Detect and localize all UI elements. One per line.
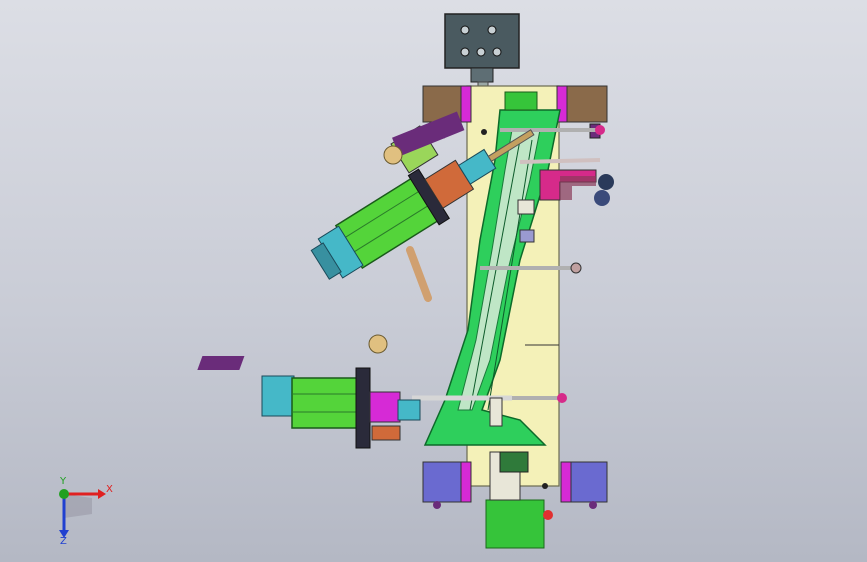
z-axis-label: Z (60, 536, 67, 547)
cad-graphics-viewport[interactable]: X Y Z (0, 0, 867, 562)
y-axis-dot (59, 489, 69, 499)
lower-motor-assembly (197, 334, 421, 449)
coordinate-triad: X Y Z (44, 476, 124, 556)
assembly-model[interactable] (0, 0, 867, 562)
y-axis-label: Y (60, 476, 67, 487)
upper-torch-knob (383, 145, 403, 165)
x-axis-label: X (106, 484, 113, 495)
upper-torch (406, 246, 432, 302)
